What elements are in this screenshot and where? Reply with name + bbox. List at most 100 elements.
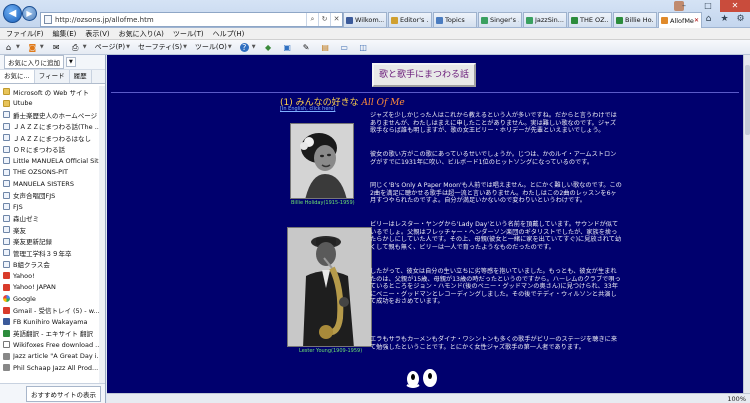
favorite-item[interactable]: Google bbox=[0, 293, 105, 305]
home-button[interactable]: ⌂ ▼ bbox=[4, 43, 20, 52]
favorite-item-label: 楽友更新記録 bbox=[13, 238, 52, 247]
favorite-item[interactable]: FJS bbox=[0, 201, 105, 213]
page-scrollbar-thumb[interactable] bbox=[745, 65, 750, 135]
favorite-item[interactable]: 女声合唱団FJS bbox=[0, 190, 105, 202]
favorite-item[interactable]: 爵士楽歴史人のホームページ bbox=[0, 109, 105, 121]
favorite-item-label: Jazz article "A Great Day i... bbox=[13, 352, 103, 361]
favorite-item[interactable]: Phil Schaap Jazz All Prod... bbox=[0, 362, 105, 374]
tab-feeds[interactable]: フィード bbox=[35, 70, 70, 83]
favicon-icon bbox=[3, 134, 10, 142]
favorite-item-label: 女声合唱団FJS bbox=[13, 192, 56, 201]
favorite-item[interactable]: Jazz article "A Great Day i... bbox=[0, 351, 105, 363]
page-menu-button[interactable]: ページ(P) ▼ bbox=[95, 42, 130, 52]
window-icon: ◫ bbox=[359, 42, 367, 52]
tab-favorites[interactable]: お気に... bbox=[0, 70, 35, 83]
zoom-level[interactable]: 100% bbox=[727, 395, 746, 403]
browser-tab[interactable]: AllofMe ✕ bbox=[658, 12, 702, 28]
help-button[interactable]: ? ▼ bbox=[239, 42, 256, 52]
home-icon[interactable]: ⌂ bbox=[703, 14, 714, 25]
addon-button-3[interactable]: ✎ bbox=[302, 43, 313, 52]
page-title-button[interactable]: 歌と歌手にまつわる話 bbox=[372, 63, 476, 87]
menu-help[interactable]: ヘルプ(H) bbox=[213, 28, 245, 39]
article-paragraph: 同じく'B's Only A Paper Moon'も人前では唱えません。とにか… bbox=[370, 182, 622, 205]
address-bar[interactable]: http://ozsons.jp/allofme.htm ⌕ ↻ ✕ bbox=[40, 12, 343, 27]
favorite-item[interactable]: 英語翻訳 - エキサイト 翻訳 bbox=[0, 328, 105, 340]
favorite-item[interactable]: 管理工学科３９年卒 bbox=[0, 247, 105, 259]
addon-button-4[interactable]: ▤ bbox=[321, 43, 332, 52]
browser-tab[interactable]: Editor's ... bbox=[388, 12, 432, 27]
minimize-button[interactable]: – bbox=[672, 0, 696, 12]
menu-file[interactable]: ファイル(F) bbox=[6, 28, 44, 39]
favorite-item-label: 爵士楽歴史人のホームページ bbox=[13, 111, 98, 120]
favorite-item[interactable]: 楽友 bbox=[0, 224, 105, 236]
addon-button-1[interactable]: ◆ bbox=[264, 43, 275, 52]
add-favorite-dropdown[interactable]: ▼ bbox=[66, 57, 76, 67]
mail-button[interactable]: ✉ bbox=[52, 43, 63, 52]
browser-tab[interactable]: Wilkom... bbox=[343, 12, 387, 27]
favorite-item[interactable]: Wikifoxes Free download ... bbox=[0, 339, 105, 351]
page-content: 歌と歌手にまつわる話 (1) みんなの好きな All Of Me [In Eng… bbox=[107, 55, 743, 393]
favorite-item[interactable]: 森山ゼミ bbox=[0, 213, 105, 225]
favorite-item-label: 英語翻訳 - エキサイト 翻訳 bbox=[13, 330, 94, 339]
addon-button-6[interactable]: ◫ bbox=[359, 43, 370, 52]
tools-menu-button[interactable]: ツール(O) ▼ bbox=[195, 42, 232, 52]
addon-button-5[interactable]: ▭ bbox=[340, 43, 351, 52]
search-icon[interactable]: ⌕ bbox=[306, 13, 318, 26]
safety-menu-button[interactable]: セーフティ(S) ▼ bbox=[138, 42, 187, 52]
menu-favorites[interactable]: お気に入り(A) bbox=[119, 28, 164, 39]
favorites-sidebar: お気に入りに追加 ▼ お気に... フィード 履歴 Microsoft の We… bbox=[0, 55, 106, 403]
refresh-icon[interactable]: ↻ bbox=[318, 13, 330, 26]
back-button[interactable]: ◀ bbox=[3, 4, 22, 23]
favicon-icon bbox=[3, 341, 10, 349]
browser-tab[interactable]: JazzSin... bbox=[523, 12, 567, 27]
url-text[interactable]: http://ozsons.jp/allofme.htm bbox=[55, 16, 306, 24]
favorite-item[interactable]: Yahoo! JAPAN bbox=[0, 282, 105, 294]
favorite-item[interactable]: FB Kunihiro Wakayama bbox=[0, 316, 105, 328]
favorite-item[interactable]: Gmail - 受信トレイ (5) - w... bbox=[0, 305, 105, 317]
stop-icon[interactable]: ✕ bbox=[330, 13, 342, 26]
favorite-item[interactable]: Microsoft の Web サイト bbox=[0, 86, 105, 98]
favorite-item[interactable]: ＯＲにまつわる話 bbox=[0, 144, 105, 156]
close-window-button[interactable]: ✕ bbox=[720, 0, 750, 12]
settings-gear-icon[interactable]: ⚙ bbox=[735, 14, 746, 25]
favorite-item-label: FB Kunihiro Wakayama bbox=[13, 317, 88, 326]
favorite-item-label: Little MANUELA Official Site bbox=[13, 156, 103, 165]
menu-tools[interactable]: ツール(T) bbox=[173, 28, 204, 39]
tab-history[interactable]: 履歴 bbox=[70, 70, 92, 83]
page-scrollbar[interactable] bbox=[743, 55, 750, 393]
notes-icon: ▤ bbox=[321, 42, 329, 52]
print-icon: ⎙ bbox=[72, 42, 79, 52]
add-favorite-button[interactable]: お気に入りに追加 bbox=[4, 55, 64, 69]
screen-icon: ▭ bbox=[340, 42, 348, 52]
browser-tab[interactable]: Singer's ... bbox=[478, 12, 522, 27]
maximize-button[interactable]: □ bbox=[696, 0, 720, 12]
menu-edit[interactable]: 編集(E) bbox=[53, 28, 77, 39]
browser-tab[interactable]: Billie Ho... bbox=[613, 12, 657, 27]
forward-button[interactable]: ▶ bbox=[22, 6, 37, 21]
favorite-item[interactable]: B組クラス会 bbox=[0, 259, 105, 271]
favorite-item[interactable]: ＪＡＺＺにまつわる話(The ... bbox=[0, 121, 105, 133]
status-bar: 100% bbox=[107, 393, 750, 403]
tab-favicon-icon bbox=[481, 16, 488, 24]
favorite-item[interactable]: ＪＡＺＺにまつわるはなし bbox=[0, 132, 105, 144]
print-button[interactable]: ⎙ ▼ bbox=[71, 43, 87, 52]
favorite-item[interactable]: THE OZSONS-PIT bbox=[0, 167, 105, 179]
addon-button-2[interactable]: ▣ bbox=[283, 43, 294, 52]
favorite-item[interactable]: 楽友更新記録 bbox=[0, 236, 105, 248]
suggested-sites-button[interactable]: おすすめサイトの表示 bbox=[26, 385, 101, 402]
feeds-button[interactable]: ◙ ▼ bbox=[28, 43, 43, 52]
favorite-item[interactable]: MANUELA SISTERS bbox=[0, 178, 105, 190]
menu-view[interactable]: 表示(V) bbox=[85, 28, 109, 39]
english-link[interactable]: [In English, click here] bbox=[280, 106, 335, 112]
browser-tab[interactable]: Topics bbox=[433, 12, 477, 27]
favorites-star-icon[interactable]: ★ bbox=[719, 14, 730, 25]
tab-label: THE OZ... bbox=[580, 16, 609, 24]
tab-favicon-icon bbox=[346, 16, 353, 24]
favorite-item[interactable]: Yahoo! bbox=[0, 270, 105, 282]
tab-close-icon[interactable]: ✕ bbox=[694, 17, 699, 24]
favorite-item[interactable]: Little MANUELA Official Site bbox=[0, 155, 105, 167]
favicon-icon bbox=[3, 157, 10, 165]
sidebar-scrollbar[interactable] bbox=[99, 86, 105, 383]
browser-tab[interactable]: THE OZ... bbox=[568, 12, 612, 27]
favorite-item[interactable]: Utube bbox=[0, 98, 105, 110]
